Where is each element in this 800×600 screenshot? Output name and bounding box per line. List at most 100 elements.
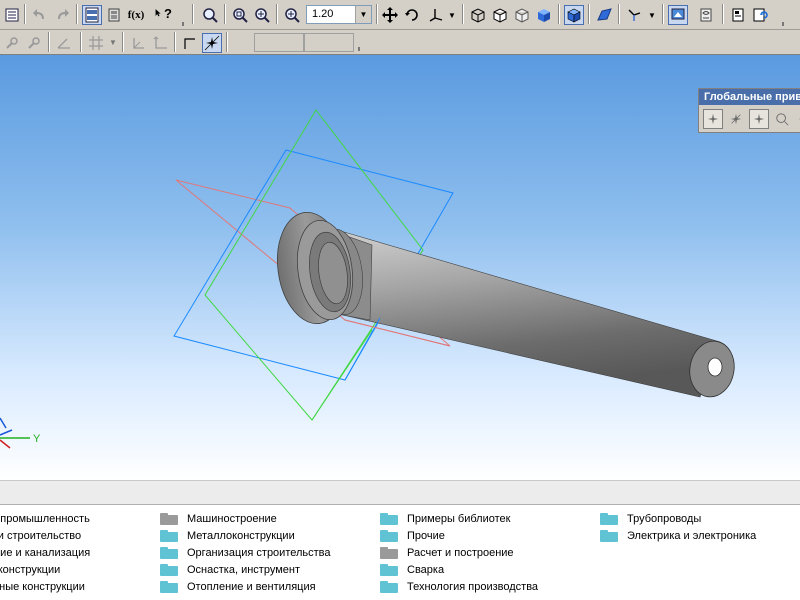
snap-more-icon[interactable] bbox=[793, 109, 800, 129]
parameters-icon[interactable] bbox=[696, 5, 716, 25]
library-folder-label: Сварка bbox=[407, 563, 445, 576]
wireframe-view-icon[interactable] bbox=[468, 5, 488, 25]
library-folder-item[interactable]: Отопление и вентиляция bbox=[160, 578, 316, 595]
main-toolbar: f(x) ? 1.20 ▼ ▼ ▼ bbox=[0, 0, 800, 30]
library-folder-label: Отопление и вентиляция bbox=[187, 580, 316, 593]
library-folder-item[interactable]: Машиностроение bbox=[160, 510, 277, 527]
library-folder-item[interactable]: Расчет и построение bbox=[380, 544, 514, 561]
shaft-bore bbox=[707, 357, 723, 377]
triad-z-axis bbox=[0, 439, 11, 449]
library-folder-item[interactable]: Сварка bbox=[380, 561, 444, 578]
folder-icon bbox=[380, 580, 398, 593]
variables-icon[interactable] bbox=[104, 5, 124, 25]
display-settings-icon[interactable] bbox=[668, 5, 688, 25]
y-coordinate-field[interactable] bbox=[304, 33, 354, 52]
library-folder-item[interactable]: Электрика и электроника bbox=[600, 527, 756, 544]
chevron-down-icon[interactable]: ▼ bbox=[355, 6, 371, 23]
properties-panel-icon[interactable] bbox=[82, 5, 102, 25]
angle-icon[interactable] bbox=[54, 33, 74, 53]
zoom-value: 1.20 bbox=[312, 8, 334, 20]
library-folder-item[interactable]: Железобетонные конструкции bbox=[0, 578, 85, 595]
chevron-down-icon[interactable]: ▼ bbox=[448, 11, 456, 20]
library-folder-item[interactable]: Оснастка, инструмент bbox=[160, 561, 300, 578]
chevron-down-icon[interactable]: ▼ bbox=[648, 11, 656, 20]
library-folder-label: Организация строительства bbox=[187, 546, 331, 559]
measure-icon[interactable] bbox=[24, 33, 44, 53]
library-folder-label: Электрика и электроника bbox=[627, 529, 757, 542]
library-folder-item[interactable]: Деревянные конструкции bbox=[0, 561, 60, 578]
folder-icon bbox=[160, 563, 178, 576]
library-folder-label: Водоснабжение и канализация bbox=[0, 546, 91, 559]
library-folder-item[interactable]: Трубопроводы bbox=[600, 510, 701, 527]
shaded-view-icon[interactable] bbox=[534, 5, 554, 25]
library-folder-label: Металлоконструкции bbox=[187, 529, 295, 542]
axes-icon[interactable] bbox=[150, 33, 170, 53]
local-cs-icon[interactable] bbox=[128, 33, 148, 53]
help-button[interactable]: ? bbox=[154, 5, 174, 25]
snap-midpoint-icon[interactable] bbox=[749, 109, 769, 129]
orientation-icon[interactable] bbox=[426, 5, 446, 25]
ortho-icon[interactable] bbox=[180, 33, 200, 53]
thin-hidden-lines-icon[interactable] bbox=[512, 5, 532, 25]
library-folder-label: Технология производства bbox=[407, 580, 539, 593]
library-folder-label: Расчет и построение bbox=[407, 546, 514, 559]
model-viewport[interactable]: Y bbox=[0, 55, 800, 480]
folder-icon bbox=[380, 546, 398, 559]
global-bindings-title: Глобальные привязки bbox=[699, 89, 800, 105]
library-folder-item[interactable]: Прочие bbox=[380, 527, 445, 544]
zoom-in-icon[interactable] bbox=[252, 5, 272, 25]
library-folder-item[interactable]: Космическая промышленность bbox=[0, 510, 90, 527]
library-folder-label: Машиностроение bbox=[187, 512, 277, 525]
library-folder-label: Деревянные конструкции bbox=[0, 563, 61, 576]
folder-icon bbox=[380, 529, 398, 542]
new-document-icon[interactable] bbox=[728, 5, 748, 25]
pan-icon[interactable] bbox=[380, 5, 400, 25]
grid-icon[interactable] bbox=[86, 33, 106, 53]
tree-view-icon[interactable] bbox=[2, 5, 22, 25]
folder-icon bbox=[160, 546, 178, 559]
zoom-scale-icon[interactable] bbox=[282, 5, 302, 25]
library-folder-label: Трубопроводы bbox=[627, 512, 702, 525]
panel-splitter[interactable] bbox=[0, 480, 800, 505]
library-folder-label: Космическая промышленность bbox=[0, 512, 90, 525]
folder-icon bbox=[160, 529, 178, 542]
secondary-toolbar: ▼ Y X bbox=[0, 30, 800, 71]
hidden-lines-view-icon[interactable] bbox=[490, 5, 510, 25]
dimension-icon[interactable] bbox=[2, 33, 22, 53]
folder-icon bbox=[380, 563, 398, 576]
library-folder-label: Архитектура и строительство bbox=[0, 529, 82, 542]
shaft-body bbox=[329, 231, 721, 398]
snap-point-icon[interactable] bbox=[703, 109, 723, 129]
section-icon[interactable] bbox=[624, 5, 644, 25]
formula-button[interactable]: f(x) bbox=[126, 5, 146, 25]
library-folder-label: Железобетонные конструкции bbox=[0, 580, 85, 593]
folder-icon bbox=[160, 512, 178, 525]
library-folder-item[interactable]: Примеры библиотек bbox=[380, 510, 510, 527]
library-folder-item[interactable]: Металлоконструкции bbox=[160, 527, 295, 544]
shaded-edges-view-icon[interactable] bbox=[564, 5, 584, 25]
folder-icon bbox=[600, 529, 618, 542]
folder-icon bbox=[600, 512, 618, 525]
library-folder-item[interactable]: Архитектура и строительство bbox=[0, 527, 81, 544]
refresh-icon[interactable] bbox=[750, 5, 770, 25]
snap-nearest-icon[interactable] bbox=[726, 109, 746, 129]
x-coordinate-field[interactable] bbox=[254, 33, 304, 52]
perspective-icon[interactable] bbox=[594, 5, 614, 25]
snap-center-icon[interactable] bbox=[772, 109, 792, 129]
zoom-window-icon[interactable] bbox=[200, 5, 220, 25]
snap-icon[interactable] bbox=[202, 33, 222, 53]
model-canvas: Y bbox=[0, 109, 735, 449]
redo-icon[interactable] bbox=[52, 5, 72, 25]
library-folder-label: Примеры библиотек bbox=[407, 512, 511, 525]
rotate-icon[interactable] bbox=[402, 5, 422, 25]
library-folder-item[interactable]: Организация строительства bbox=[160, 544, 331, 561]
zoom-select[interactable]: 1.20 ▼ bbox=[306, 5, 372, 24]
library-manager-list: Космическая промышленность Архитектура и … bbox=[0, 505, 800, 600]
library-folder-item[interactable]: Водоснабжение и канализация bbox=[0, 544, 90, 561]
library-folder-label: Прочие bbox=[407, 529, 445, 542]
library-folder-item[interactable]: Технология производства bbox=[380, 578, 538, 595]
zoom-region-icon[interactable] bbox=[230, 5, 250, 25]
chevron-down-icon[interactable]: ▼ bbox=[109, 38, 117, 47]
undo-icon[interactable] bbox=[30, 5, 50, 25]
folder-icon bbox=[160, 580, 178, 593]
